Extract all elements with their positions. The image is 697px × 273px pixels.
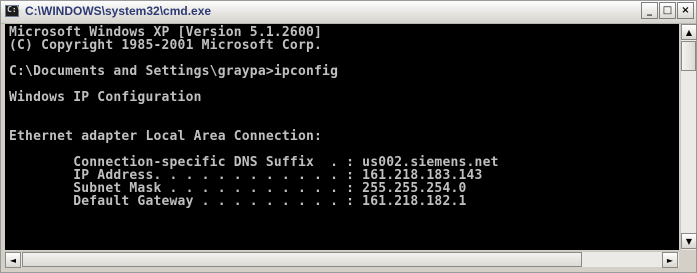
console-line: Ethernet adapter Local Area Connection: xyxy=(9,129,323,144)
cmd-icon[interactable]: C:\ xyxy=(5,5,22,17)
console-line: (C) Copyright 1985-2001 Microsoft Corp. xyxy=(9,38,323,53)
console-line: C:\Documents and Settings\graypa>ipconfi… xyxy=(9,64,339,79)
console-line: Default Gateway . . . . . . . . . : 161.… xyxy=(9,194,467,209)
scroll-down-icon[interactable]: ▼ xyxy=(681,233,697,249)
horizontal-scroll-thumb[interactable] xyxy=(22,252,582,267)
horizontal-scrollbar[interactable]: ◄ ► xyxy=(5,251,679,268)
close-button[interactable]: × xyxy=(677,2,694,19)
scroll-up-icon[interactable]: ▲ xyxy=(681,24,697,40)
resize-grip[interactable] xyxy=(680,251,696,267)
scroll-right-icon[interactable]: ► xyxy=(662,252,678,268)
cmd-icon-label: C:\ xyxy=(7,5,22,14)
cmd-window: C:\ C:\WINDOWS\system32\cmd.exe _ □ × Mi… xyxy=(0,0,697,273)
console-line: Windows IP Configuration xyxy=(9,90,202,105)
maximize-button[interactable]: □ xyxy=(659,2,676,19)
scroll-left-icon[interactable]: ◄ xyxy=(5,252,21,268)
vertical-scroll-thumb[interactable] xyxy=(681,41,696,71)
window-controls: _ □ × xyxy=(640,2,694,19)
title-bar[interactable]: C:\ C:\WINDOWS\system32\cmd.exe _ □ × xyxy=(1,1,696,24)
vertical-scrollbar[interactable]: ▲ ▼ xyxy=(680,24,697,250)
console-output[interactable]: Microsoft Windows XP [Version 5.1.2600] … xyxy=(5,24,679,250)
window-title: C:\WINDOWS\system32\cmd.exe xyxy=(25,4,212,18)
minimize-button[interactable]: _ xyxy=(641,2,658,19)
